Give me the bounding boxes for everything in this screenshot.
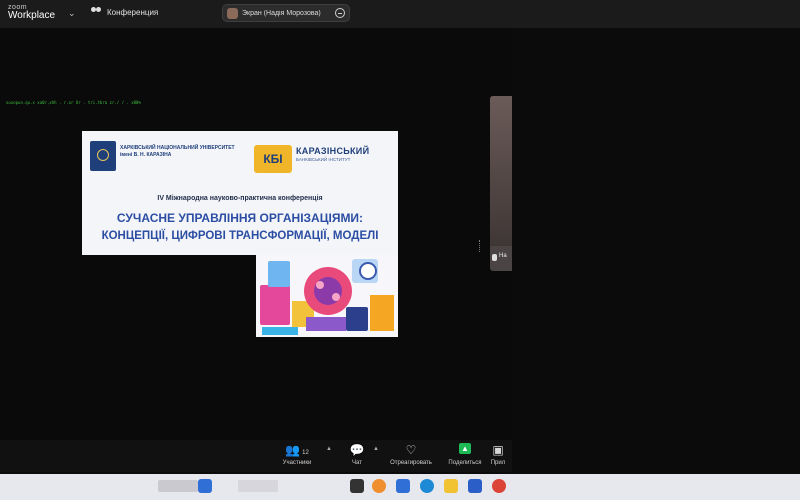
brand-big: Workplace bbox=[8, 10, 56, 21]
people-icon bbox=[90, 7, 102, 17]
chevron-up-icon[interactable]: ▲ bbox=[373, 446, 379, 452]
people-icon: 👥 bbox=[285, 443, 301, 457]
video-feed bbox=[490, 96, 512, 246]
word-icon[interactable] bbox=[396, 479, 410, 493]
kbi-text: КАРАЗІНСЬКИЙ БАНКІВСЬКИЙ ІНСТИТУТ bbox=[296, 147, 369, 163]
terminal-line: xuxopun.qu.s xa0r,xhh . r.xr Ur . tri.tb… bbox=[6, 100, 141, 105]
react-label: Отреагировать bbox=[390, 460, 432, 466]
folder-icon[interactable] bbox=[444, 479, 458, 493]
app-icon[interactable] bbox=[372, 479, 386, 493]
university-crest-icon bbox=[90, 141, 116, 171]
edge-icon[interactable] bbox=[420, 479, 434, 493]
share-button[interactable]: Поделиться bbox=[440, 442, 490, 466]
taskbar-blur bbox=[158, 480, 198, 492]
react-button[interactable]: ♡ Отреагировать bbox=[386, 443, 436, 466]
zoom-brand: zoom Workplace bbox=[8, 4, 55, 21]
conference-slide: ХАРКІВСЬКИЙ НАЦІОНАЛЬНИЙ УНІВЕРСИТЕТ іме… bbox=[82, 131, 398, 255]
stop-share-icon[interactable] bbox=[335, 8, 345, 18]
conference-menu[interactable]: Конференция bbox=[90, 7, 158, 17]
kbi-name: КАРАЗІНСЬКИЙ bbox=[296, 146, 370, 156]
screen-share-pill[interactable]: Экран (Надія Морозова) bbox=[222, 4, 350, 22]
heart-icon: ♡ bbox=[405, 443, 417, 457]
participant-video[interactable]: На bbox=[490, 96, 512, 271]
participant-name: На bbox=[499, 253, 507, 259]
participants-button[interactable]: 👥 12 Участники bbox=[272, 443, 322, 466]
app-icon[interactable] bbox=[350, 479, 364, 493]
chevron-down-icon[interactable]: ⌄ bbox=[68, 8, 76, 19]
slide-illustration bbox=[256, 255, 398, 337]
apps-icon: ▣ bbox=[492, 443, 504, 457]
chat-label: Чат bbox=[352, 460, 362, 466]
conference-label: Конференция bbox=[107, 7, 159, 17]
avatar bbox=[227, 7, 238, 19]
taskbar-blur bbox=[238, 480, 278, 492]
headline-1: СУЧАСНЕ УПРАВЛІННЯ ОРГАНІЗАЦІЯМИ: bbox=[116, 211, 364, 225]
meeting-toolbar: 👥 12 Участники ▲ 💬 Чат ▲ ♡ Отреагировать … bbox=[0, 440, 512, 472]
share-screen-icon bbox=[459, 442, 471, 456]
kbi-logo: КБІ bbox=[254, 145, 292, 173]
business-illustration bbox=[260, 259, 394, 335]
app-icon[interactable] bbox=[468, 479, 482, 493]
participants-label: Участники bbox=[282, 460, 312, 466]
conference-title: IV Міжнародна науково-практична конферен… bbox=[157, 195, 323, 202]
top-bar: zoom Workplace ⌄ Конференция Экран (Наді… bbox=[0, 0, 800, 28]
os-taskbar bbox=[0, 474, 800, 500]
more-button[interactable]: ▣ Прил bbox=[484, 443, 512, 466]
resize-handle[interactable] bbox=[479, 240, 482, 252]
start-icon[interactable] bbox=[198, 479, 212, 493]
university-name: ХАРКІВСЬКИЙ НАЦІОНАЛЬНИЙ УНІВЕРСИТЕТ іме… bbox=[120, 145, 235, 158]
headline-2: КОНЦЕПЦІЇ, ЦИФРОВІ ТРАНСФОРМАЦІЇ, МОДЕЛІ bbox=[101, 230, 379, 242]
screen-share-label: Экран (Надія Морозова) bbox=[242, 9, 321, 17]
kbi-sub: БАНКІВСЬКИЙ ІНСТИТУТ bbox=[296, 157, 351, 162]
more-label: Прил bbox=[490, 460, 506, 466]
chrome-icon[interactable] bbox=[492, 479, 506, 493]
share-label: Поделиться bbox=[448, 460, 482, 466]
mic-muted-icon bbox=[492, 254, 497, 261]
participants-count: 12 bbox=[302, 450, 309, 456]
